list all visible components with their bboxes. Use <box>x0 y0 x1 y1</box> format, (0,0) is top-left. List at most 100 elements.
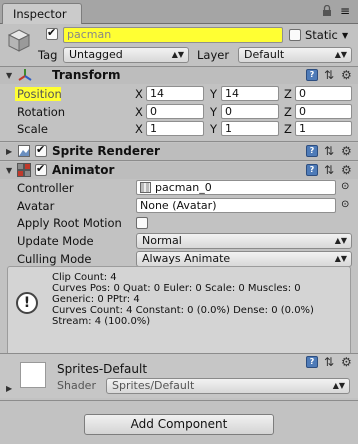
shader-value: Sprites/Default <box>112 379 195 392</box>
controller-picker-icon[interactable]: ⊙ <box>341 180 349 194</box>
update-mode-value: Normal <box>142 234 182 247</box>
scale-y-label[interactable]: Y <box>210 122 217 136</box>
shader-label: Shader <box>57 379 96 392</box>
sprite-renderer-header[interactable]: ▶ Sprite Renderer ? ⇅ ⚙ <box>0 143 358 160</box>
object-name-input[interactable]: pacman <box>63 27 283 43</box>
scale-label: Scale <box>17 122 48 136</box>
tag-arrow-icon: ▲▼ <box>171 50 184 59</box>
position-label: Position <box>17 87 62 101</box>
rotation-x-field[interactable]: 0 <box>146 104 204 119</box>
divider <box>0 400 358 401</box>
update-mode-arrow-icon: ▲▼ <box>334 236 347 245</box>
controller-label: Controller <box>17 181 74 195</box>
static-checkbox[interactable] <box>289 29 301 41</box>
avatar-picker-icon[interactable]: ⊙ <box>341 198 349 212</box>
sprite-renderer-fold-icon[interactable]: ▶ <box>6 145 12 159</box>
transform-gear-icon[interactable]: ⚙ <box>341 69 352 81</box>
transform-help-icon[interactable]: ? <box>306 69 318 81</box>
transform-header[interactable]: ▼ Transform ? ⇅ ⚙ <box>0 67 358 84</box>
transform-preset-icon[interactable]: ⇅ <box>324 69 334 81</box>
avatar-field[interactable]: None (Avatar) <box>136 198 336 213</box>
rotation-z-label[interactable]: Z <box>284 105 292 119</box>
material-help-icon[interactable]: ? <box>306 356 318 368</box>
animator-controller-icon <box>140 182 151 193</box>
divider <box>0 141 358 142</box>
culling-mode-dropdown[interactable]: Always Animate ▲▼ <box>136 251 352 267</box>
static-label: Static <box>305 28 338 42</box>
apply-root-motion-label: Apply Root Motion <box>17 216 122 230</box>
material-fold-icon[interactable]: ▶ <box>6 382 12 396</box>
material-name: Sprites-Default <box>57 362 148 376</box>
position-y-field[interactable]: 14 <box>221 86 279 101</box>
scale-x-field[interactable]: 1 <box>146 121 204 136</box>
animator-gear-icon[interactable]: ⚙ <box>341 164 352 176</box>
culling-mode-arrow-icon: ▲▼ <box>334 254 347 263</box>
gameobject-cube-icon <box>6 27 32 53</box>
sprite-renderer-icon <box>18 145 30 157</box>
shader-arrow-icon: ▲▼ <box>332 381 345 390</box>
rotation-y-label[interactable]: Y <box>210 105 217 119</box>
material-preset-icon[interactable]: ⇅ <box>324 356 334 368</box>
culling-mode-label: Culling Mode <box>17 252 92 266</box>
animator-fold-icon[interactable]: ▼ <box>6 164 12 178</box>
animator-help-icon[interactable]: ? <box>306 164 318 176</box>
tab-strip: Inspector ≡ <box>0 0 358 24</box>
update-mode-label: Update Mode <box>17 234 94 248</box>
rotation-y-field[interactable]: 0 <box>221 104 279 119</box>
info-line: Stream: 4 (100.0%) <box>52 316 151 327</box>
transform-fold-icon[interactable]: ▼ <box>6 69 12 83</box>
sprite-renderer-preset-icon[interactable]: ⇅ <box>324 145 334 157</box>
position-y-label[interactable]: Y <box>210 87 217 101</box>
position-z-label[interactable]: Z <box>284 87 292 101</box>
rotation-label: Rotation <box>17 105 66 119</box>
animator-enabled-checkbox[interactable] <box>35 162 47 176</box>
rotation-z-field[interactable]: 0 <box>295 104 352 119</box>
info-line: Generic: 0 PPtr: 4 <box>52 294 140 305</box>
layer-dropdown[interactable]: Default ▲▼ <box>238 47 352 63</box>
info-line: Clip Count: 4 <box>52 272 117 283</box>
shader-dropdown[interactable]: Sprites/Default ▲▼ <box>106 378 350 394</box>
info-line: Curves Count: 4 Constant: 0 (0.0%) Dense… <box>52 305 314 316</box>
static-dropdown-arrow-icon[interactable]: ▼ <box>342 29 348 43</box>
transform-title: Transform <box>52 68 121 82</box>
scale-z-label[interactable]: Z <box>284 122 292 136</box>
position-z-field[interactable]: 0 <box>295 86 352 101</box>
material-section: ▶ Sprites-Default Shader Sprites/Default… <box>0 354 358 398</box>
layer-arrow-icon: ▲▼ <box>334 50 347 59</box>
lock-icon[interactable] <box>322 4 332 16</box>
controller-value: pacman_0 <box>155 181 212 194</box>
position-x-label[interactable]: X <box>135 87 143 101</box>
update-mode-dropdown[interactable]: Normal ▲▼ <box>136 233 352 249</box>
sprite-renderer-enabled-checkbox[interactable] <box>35 143 47 157</box>
tab-inspector-label: Inspector <box>13 7 67 21</box>
add-component-button[interactable]: Add Component <box>84 414 274 435</box>
layer-label: Layer <box>197 48 230 62</box>
tag-label: Tag <box>38 48 58 62</box>
scale-y-field[interactable]: 1 <box>221 121 279 136</box>
info-exclamation-icon: ! <box>16 292 38 314</box>
active-checkbox[interactable] <box>46 26 58 40</box>
controller-field[interactable]: pacman_0 <box>136 180 336 195</box>
tag-dropdown[interactable]: Untagged ▲▼ <box>63 47 189 63</box>
material-gear-icon[interactable]: ⚙ <box>341 356 352 368</box>
material-preview-swatch[interactable] <box>20 362 46 388</box>
info-line: Curves Pos: 0 Quat: 0 Euler: 0 Scale: 0 … <box>52 283 301 294</box>
tag-value: Untagged <box>69 48 123 61</box>
tab-menu-icon[interactable]: ≡ <box>340 4 350 18</box>
animator-preset-icon[interactable]: ⇅ <box>324 164 334 176</box>
animator-icon <box>17 163 31 177</box>
layer-value: Default <box>244 48 285 61</box>
position-x-field[interactable]: 14 <box>146 86 204 101</box>
animator-header[interactable]: ▼ Animator ? ⇅ ⚙ <box>0 162 358 179</box>
sprite-renderer-help-icon[interactable]: ? <box>306 145 318 157</box>
animator-title: Animator <box>52 163 115 177</box>
divider <box>0 160 358 161</box>
tab-inspector[interactable]: Inspector <box>2 3 82 24</box>
scale-x-label[interactable]: X <box>135 122 143 136</box>
scale-z-field[interactable]: 1 <box>295 121 352 136</box>
avatar-label: Avatar <box>17 199 55 213</box>
apply-root-motion-checkbox[interactable] <box>136 217 148 229</box>
rotation-x-label[interactable]: X <box>135 105 143 119</box>
sprite-renderer-gear-icon[interactable]: ⚙ <box>341 145 352 157</box>
animator-info-box: ! Clip Count: 4 Curves Pos: 0 Quat: 0 Eu… <box>7 266 351 358</box>
